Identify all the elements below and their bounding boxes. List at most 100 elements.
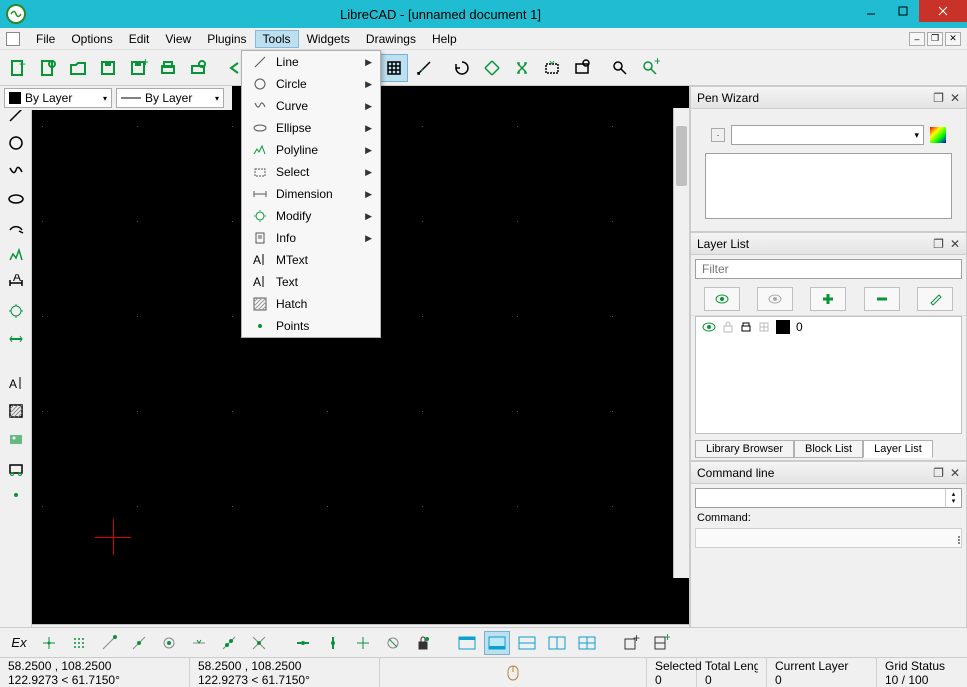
add-layer-button[interactable] (810, 287, 846, 311)
menu-tools[interactable]: Tools (255, 30, 299, 48)
command-input[interactable]: ▴▾ (695, 488, 962, 508)
snap-free-icon[interactable] (36, 631, 62, 655)
tools-menu-modify[interactable]: Modify▶ (242, 205, 380, 227)
snap-grid-icon[interactable] (66, 631, 92, 655)
pen-color-combo[interactable]: ▾ (731, 125, 924, 145)
tools-menu-mtext[interactable]: AMText (242, 249, 380, 271)
pen-wizard-list[interactable] (705, 153, 952, 219)
menu-view[interactable]: View (157, 30, 199, 48)
close-button[interactable] (919, 0, 967, 22)
minimize-button[interactable] (855, 0, 887, 22)
zoom-window-button[interactable] (568, 54, 596, 82)
mdi-close-button[interactable]: ✕ (945, 32, 961, 46)
zoom-in-button[interactable] (478, 54, 506, 82)
lock-relative-zero-icon[interactable] (410, 631, 436, 655)
curve-tool-icon[interactable] (5, 160, 27, 182)
toggle-grid-button[interactable] (380, 54, 408, 82)
tools-menu-line[interactable]: Line▶ (242, 51, 380, 73)
mdi-restore-button[interactable]: ❐ (927, 32, 943, 46)
mdi-minimize-button[interactable]: – (909, 32, 925, 46)
tools-menu-ellipse[interactable]: Ellipse▶ (242, 117, 380, 139)
add-tab-icon[interactable]: + (618, 631, 644, 655)
save-as-button[interactable]: + (124, 54, 152, 82)
snap-middle-icon[interactable] (186, 631, 212, 655)
window-tile-icon[interactable] (454, 631, 480, 655)
save-button[interactable] (94, 54, 122, 82)
remove-layer-button[interactable] (864, 287, 900, 311)
edit-layer-button[interactable] (917, 287, 953, 311)
zoom-select-button[interactable]: + (636, 54, 664, 82)
menu-file[interactable]: File (28, 30, 63, 48)
circle-tool-icon[interactable] (5, 132, 27, 154)
hide-all-layers-button[interactable] (757, 287, 793, 311)
layer-list[interactable]: 0 (695, 316, 962, 434)
panel-tab-library-browser[interactable]: Library Browser (695, 440, 794, 458)
menu-edit[interactable]: Edit (121, 30, 158, 48)
menu-help[interactable]: Help (424, 30, 465, 48)
close-panel-icon[interactable]: ✕ (950, 91, 960, 105)
menu-drawings[interactable]: Drawings (358, 30, 424, 48)
color-by-layer-combo[interactable]: By Layer▾ (4, 88, 112, 108)
panel-tab-block-list[interactable]: Block List (794, 440, 863, 458)
snap-center-icon[interactable] (156, 631, 182, 655)
panel-tab-layer-list[interactable]: Layer List (863, 440, 933, 458)
undock-icon[interactable]: ❐ (933, 237, 944, 251)
undock-icon[interactable]: ❐ (933, 466, 944, 480)
snap-on-entity-icon[interactable] (126, 631, 152, 655)
new-button[interactable]: + (4, 54, 32, 82)
restrict-ortho-icon[interactable] (350, 631, 376, 655)
menu-widgets[interactable]: Widgets (299, 30, 358, 48)
vertical-scrollbar[interactable] (673, 108, 689, 578)
tools-menu-curve[interactable]: Curve▶ (242, 95, 380, 117)
block-tool-icon[interactable] (5, 456, 27, 478)
snap-intersection-icon[interactable] (246, 631, 272, 655)
tools-menu-text[interactable]: AText (242, 271, 380, 293)
resize-handle-icon[interactable] (947, 531, 961, 545)
window-grid-icon[interactable] (574, 631, 600, 655)
relative-zero-icon[interactable] (380, 631, 406, 655)
dimension-tool-icon[interactable]: A (5, 272, 27, 294)
print-button[interactable] (154, 54, 182, 82)
tools-menu-hatch[interactable]: Hatch (242, 293, 380, 315)
open-button[interactable] (64, 54, 92, 82)
mtext-tool-icon[interactable]: A (5, 372, 27, 394)
close-panel-icon[interactable]: ✕ (950, 466, 960, 480)
menu-options[interactable]: Options (63, 30, 120, 48)
tools-menu-dimension[interactable]: Dimension▶ (242, 183, 380, 205)
new-template-button[interactable] (34, 54, 62, 82)
undock-icon[interactable]: ❐ (933, 91, 944, 105)
ex-button[interactable]: Ex (6, 631, 32, 655)
tools-menu-circle[interactable]: Circle▶ (242, 73, 380, 95)
snap-distance-icon[interactable] (216, 631, 242, 655)
layer-filter-input[interactable] (695, 259, 962, 279)
tools-menu-points[interactable]: Points (242, 315, 380, 337)
show-all-layers-button[interactable] (704, 287, 740, 311)
point-tool-icon[interactable] (5, 484, 27, 506)
restrict-vertical-icon[interactable] (320, 631, 346, 655)
arc-tool-icon[interactable] (5, 216, 27, 238)
close-panel-icon[interactable]: ✕ (950, 237, 960, 251)
window-v-icon[interactable] (544, 631, 570, 655)
menu-plugins[interactable]: Plugins (199, 30, 254, 48)
window-h-icon[interactable] (514, 631, 540, 655)
tools-menu-info[interactable]: Info▶ (242, 227, 380, 249)
snap-endpoint-icon[interactable] (96, 631, 122, 655)
hatch-tool-icon[interactable] (5, 400, 27, 422)
print-preview-button[interactable] (184, 54, 212, 82)
linetype-by-layer-combo[interactable]: By Layer▾ (116, 88, 224, 108)
add-view-icon[interactable]: + (648, 631, 674, 655)
zoom-pan-button[interactable] (606, 54, 634, 82)
toggle-draft-button[interactable] (410, 54, 438, 82)
info-tool-icon[interactable] (5, 328, 27, 350)
polyline-tool-icon[interactable] (5, 244, 27, 266)
color-picker-icon[interactable] (930, 127, 946, 143)
ellipse-tool-icon[interactable] (5, 188, 27, 210)
zoom-previous-button[interactable] (508, 54, 536, 82)
window-cascade-icon[interactable] (484, 631, 510, 655)
modify-tool-icon[interactable] (5, 300, 27, 322)
maximize-button[interactable] (887, 0, 919, 22)
tools-menu-select[interactable]: Select▶ (242, 161, 380, 183)
image-tool-icon[interactable] (5, 428, 27, 450)
tools-menu-polyline[interactable]: Polyline▶ (242, 139, 380, 161)
restrict-horizontal-icon[interactable] (290, 631, 316, 655)
